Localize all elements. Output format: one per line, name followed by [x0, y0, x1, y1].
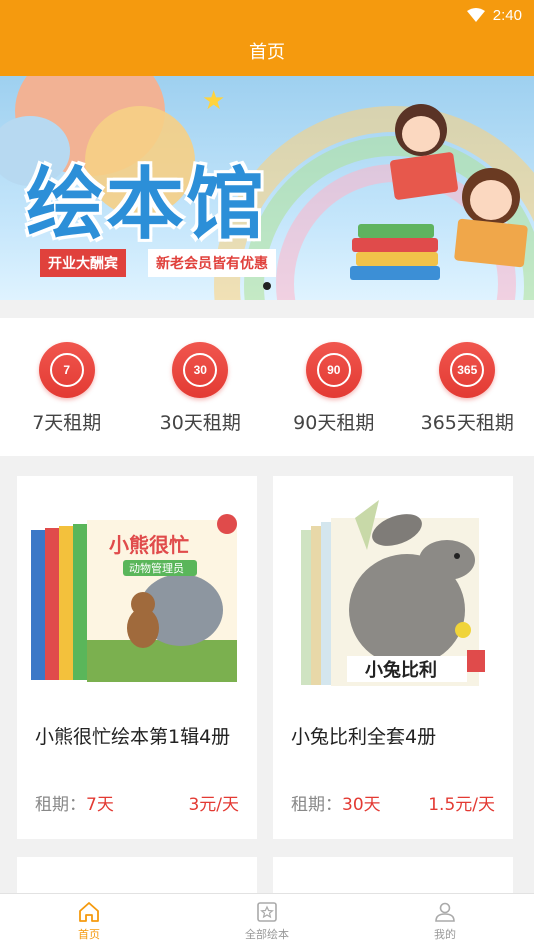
period-badge-number: 30 [183, 353, 218, 387]
rental-period-value: 7天 [86, 795, 114, 815]
cover-subtitle-text: 动物管理员 [129, 561, 184, 575]
book-illustration [453, 218, 529, 268]
carousel-dots [0, 282, 534, 290]
books-icon [257, 902, 277, 922]
kid-illustration [470, 180, 512, 220]
period-badge-icon: 365 [439, 342, 496, 398]
product-meta: 租期：30天 1.5元/天 [291, 790, 495, 815]
user-icon [435, 902, 455, 922]
period-label: 90天租期 [293, 412, 375, 434]
product-card-partial[interactable] [17, 857, 257, 897]
page-title: 首页 [249, 42, 285, 63]
cover-title-text: 小熊很忙 [109, 533, 189, 557]
period-label: 7天租期 [32, 412, 102, 434]
period-badge-icon: 30 [172, 342, 229, 398]
period-30-days[interactable]: 30 30天租期 [134, 318, 268, 456]
star-icon: ★ [202, 86, 226, 116]
product-cover-image: 小兔比利 [301, 500, 485, 686]
tab-profile[interactable]: 我的 [356, 894, 534, 949]
period-label: 30天租期 [159, 412, 241, 434]
period-7-days[interactable]: 7 7天租期 [0, 318, 134, 456]
tab-home[interactable]: 首页 [0, 894, 178, 949]
period-90-days[interactable]: 90 90天租期 [267, 318, 401, 456]
period-365-days[interactable]: 365 365天租期 [401, 318, 534, 456]
kid-illustration [402, 116, 440, 152]
tab-all-books[interactable]: 全部绘本 [178, 894, 356, 949]
rental-period-menu: 7 7天租期 30 30天租期 90 90天租期 365 365天租期 [0, 318, 534, 456]
tab-label: 我的 [434, 928, 456, 941]
wifi-icon [466, 8, 485, 22]
period-badge-number: 365 [450, 353, 485, 387]
status-time: 2:40 [492, 6, 522, 24]
product-cover-image: 小熊很忙 动物管理员 [31, 514, 237, 682]
tab-label: 首页 [78, 928, 100, 941]
period-badge-icon: 90 [305, 342, 362, 398]
product-name: 小兔比利全套4册 [291, 726, 437, 748]
product-card-partial[interactable] [273, 857, 513, 897]
carousel-dot-active[interactable] [263, 282, 271, 290]
status-bar: 2:40 [466, 6, 522, 24]
product-meta: 租期：7天 3元/天 [35, 790, 239, 815]
product-price: 3元/天 [188, 795, 239, 815]
banner-tag-primary: 开业大酬宾 [40, 249, 126, 277]
tab-label: 全部绘本 [245, 928, 289, 941]
banner-title: 绘本馆 [26, 160, 267, 250]
period-label: 365天租期 [420, 412, 514, 434]
product-name: 小熊很忙绘本第1辑4册 [35, 726, 231, 748]
product-price: 1.5元/天 [428, 795, 495, 815]
book-stack-illustration [350, 216, 440, 286]
rental-period-key: 租期： [35, 795, 86, 815]
period-badge-number: 7 [49, 353, 84, 387]
rental-period: 租期：7天 [35, 790, 114, 815]
period-badge-number: 90 [316, 353, 351, 387]
promo-banner[interactable]: ★ 绘本馆 开业大酬宾 新老会员皆有优惠 [0, 76, 534, 300]
period-badge-icon: 7 [38, 342, 95, 398]
app-header: 2:40 首页 [0, 0, 534, 76]
product-card[interactable]: 小兔比利 小兔比利全套4册 租期：30天 1.5元/天 [273, 476, 513, 839]
banner-tag-secondary: 新老会员皆有优惠 [148, 249, 276, 277]
product-card[interactable]: 小熊很忙 动物管理员 小熊很忙绘本第1辑4册 租期：7天 3元/天 [17, 476, 257, 839]
home-icon [79, 902, 99, 922]
rental-period: 租期：30天 [291, 790, 381, 815]
cover-title-text: 小兔比利 [365, 659, 437, 681]
bottom-tab-bar: 首页 全部绘本 我的 [0, 893, 534, 949]
rental-period-value: 30天 [342, 795, 381, 815]
rental-period-key: 租期： [291, 795, 342, 815]
